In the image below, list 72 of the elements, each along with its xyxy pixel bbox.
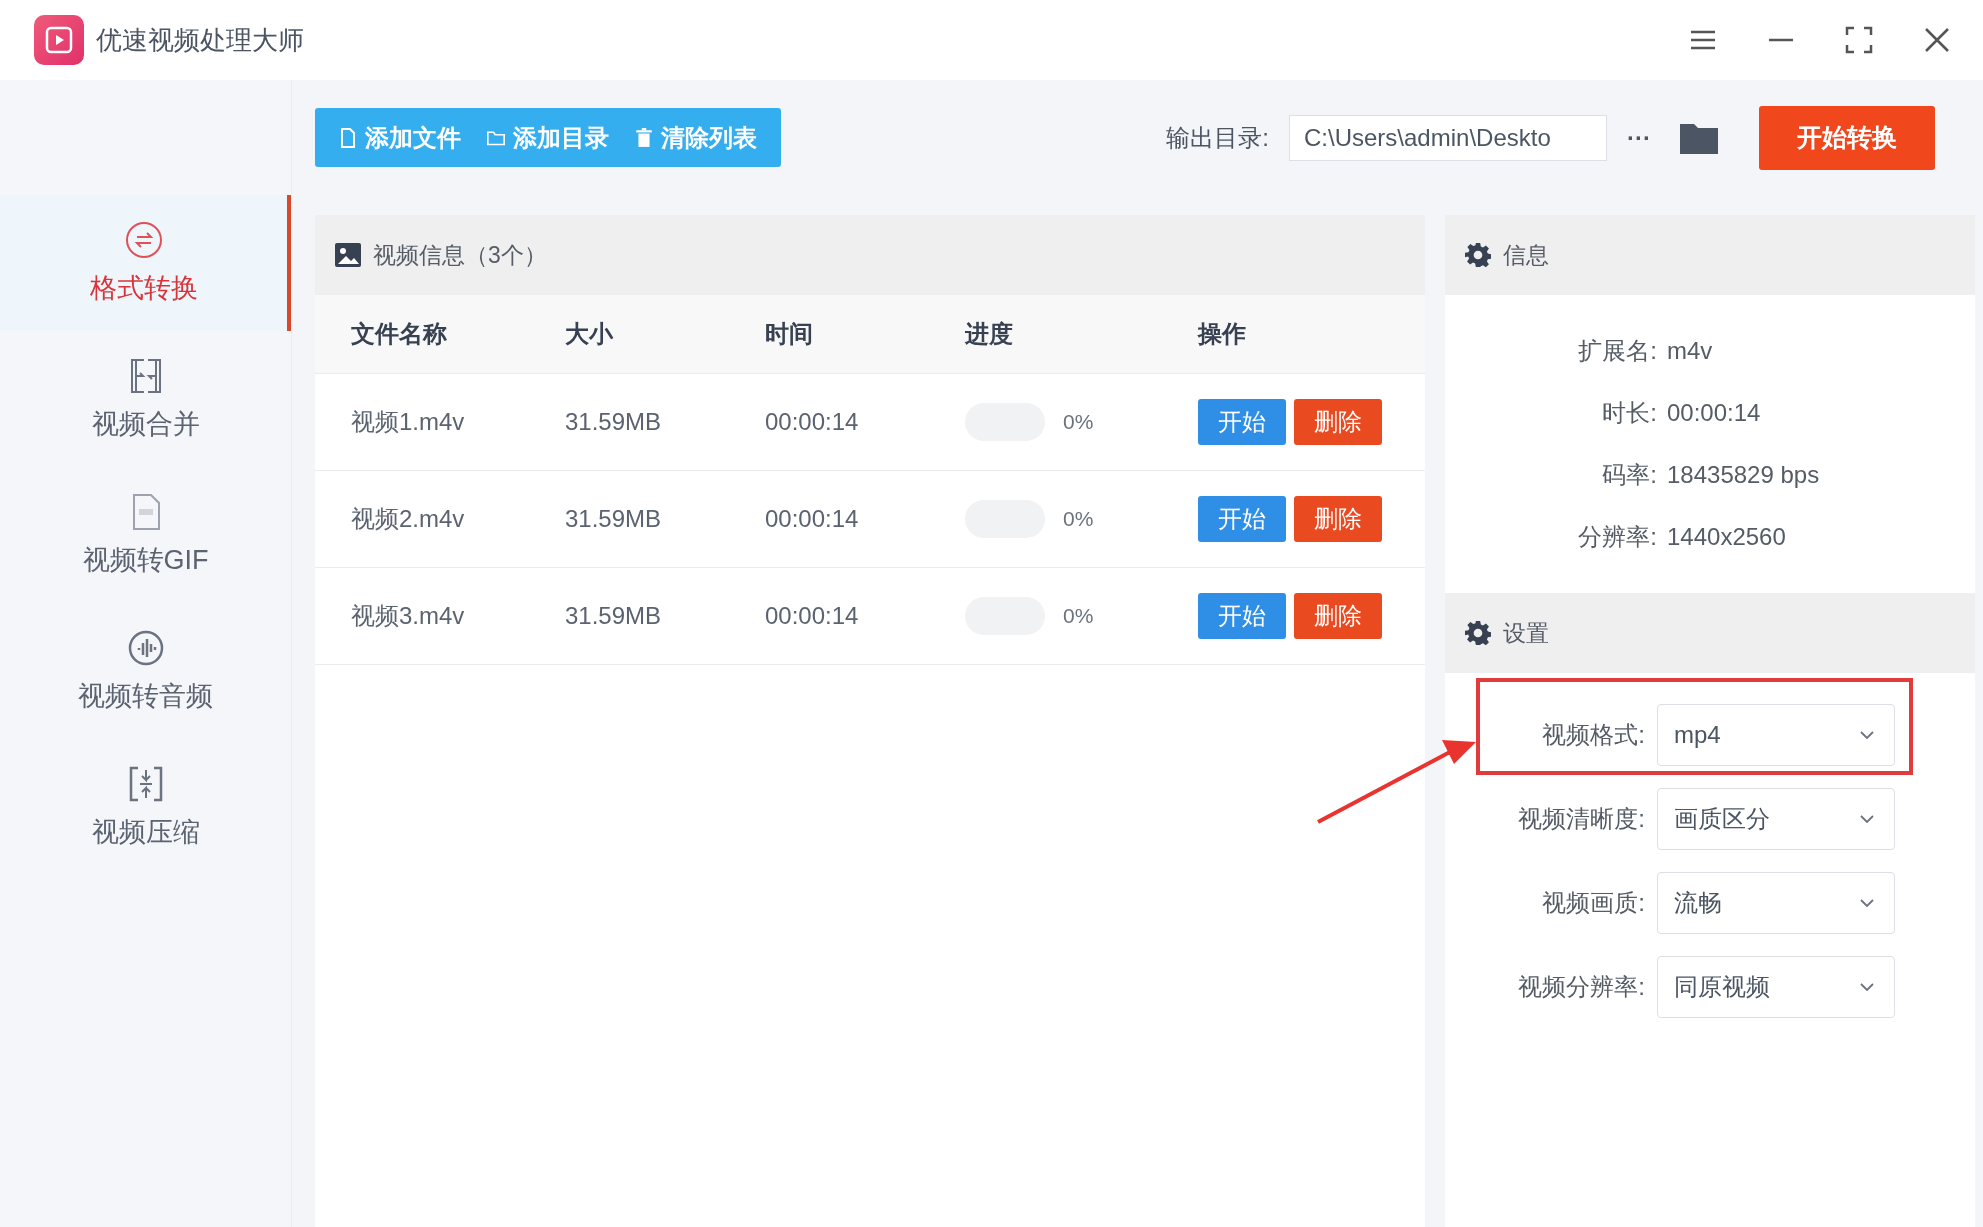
time-cell-text: 00:00:14 bbox=[765, 505, 860, 533]
panel-title: 视频信息（3个） bbox=[373, 240, 547, 270]
progress-text: 0% bbox=[1063, 604, 1094, 628]
panel-title: 信息 bbox=[1503, 240, 1549, 270]
column-header: 文件名称 bbox=[351, 319, 448, 349]
sidebar-label: 视频转音频 bbox=[78, 680, 213, 713]
start-convert-button[interactable]: 开始转换 bbox=[1759, 105, 1935, 170]
sidebar-item[interactable]: 格式转换 bbox=[0, 195, 291, 331]
info-value: 1440x2560 bbox=[1667, 523, 1787, 551]
setting-label: 视频清晰度: bbox=[1517, 804, 1645, 834]
info-value: 18435829 bps bbox=[1667, 461, 1821, 489]
start-button[interactable]: 开始 bbox=[1198, 399, 1286, 445]
dropdown[interactable]: mp4 bbox=[1657, 704, 1895, 766]
image-icon bbox=[335, 243, 361, 267]
dropdown[interactable]: 画质区分 bbox=[1657, 788, 1895, 850]
trash-icon bbox=[635, 127, 653, 148]
setting-label: 视频画质: bbox=[1541, 888, 1645, 918]
sidebar-label: 视频转GIF bbox=[82, 544, 209, 577]
column-header: 进度 bbox=[965, 319, 1014, 349]
size-cell-text: 31.59MB bbox=[565, 505, 663, 533]
info-label: 扩展名: bbox=[1577, 336, 1657, 366]
chevron-down-icon bbox=[1860, 983, 1874, 991]
chevron-down-icon bbox=[1860, 815, 1874, 823]
delete-button[interactable]: 删除 bbox=[1294, 593, 1382, 639]
fullscreen-icon[interactable] bbox=[1843, 24, 1875, 56]
file-name-cell-text: 视频1.m4v bbox=[351, 407, 466, 437]
delete-button[interactable]: 删除 bbox=[1294, 399, 1382, 445]
size-cell-text: 31.59MB bbox=[565, 408, 663, 436]
panel-title: 设置 bbox=[1503, 618, 1549, 648]
chevron-down-icon bbox=[1860, 899, 1874, 907]
column-header: 大小 bbox=[565, 319, 614, 349]
column-header: 时间 bbox=[765, 319, 814, 349]
toolbar-button[interactable]: 添加目录 bbox=[477, 108, 619, 167]
file-name-cell-text: 视频3.m4v bbox=[351, 601, 466, 631]
progress-text: 0% bbox=[1063, 410, 1094, 434]
sidebar-item[interactable]: 视频转GIF bbox=[0, 467, 291, 603]
setting-label: 视频分辨率: bbox=[1517, 972, 1645, 1002]
column-header: 操作 bbox=[1198, 319, 1247, 349]
dropdown[interactable]: 同原视频 bbox=[1657, 956, 1895, 1018]
info-value: 00:00:14 bbox=[1667, 399, 1762, 427]
sidebar-item[interactable]: 视频合并 bbox=[0, 331, 291, 467]
output-path-field[interactable]: C:\Users\admin\Deskto bbox=[1289, 114, 1607, 161]
time-cell-text: 00:00:14 bbox=[765, 602, 860, 630]
sidebar-label: 格式转换 bbox=[89, 272, 198, 305]
toolbar-button[interactable]: 清除列表 bbox=[625, 108, 767, 167]
gear-icon bbox=[1465, 242, 1491, 268]
toolbar-button[interactable]: 添加文件 bbox=[329, 108, 471, 167]
info-label: 码率: bbox=[1601, 460, 1657, 490]
sidebar-label: 视频压缩 bbox=[91, 816, 200, 849]
file-name-cell-text: 视频2.m4v bbox=[351, 504, 466, 534]
chevron-down-icon bbox=[1860, 731, 1874, 739]
app-title: 优速视频处理大师 bbox=[96, 23, 304, 57]
time-cell-text: 00:00:14 bbox=[765, 408, 860, 436]
sidebar-item[interactable]: 视频压缩 bbox=[0, 739, 291, 875]
output-label: 输出目录: bbox=[1166, 122, 1269, 153]
info-label: 时长: bbox=[1601, 398, 1657, 428]
info-value: m4v bbox=[1667, 337, 1714, 365]
progress-text: 0% bbox=[1063, 507, 1094, 531]
start-button[interactable]: 开始 bbox=[1198, 593, 1286, 639]
sidebar-label: 视频合并 bbox=[91, 408, 200, 441]
file-icon bbox=[339, 127, 357, 148]
size-cell-text: 31.59MB bbox=[565, 602, 663, 630]
setting-label: 视频格式: bbox=[1541, 720, 1645, 750]
start-button[interactable]: 开始 bbox=[1198, 496, 1286, 542]
sidebar-item[interactable]: 视频转音频 bbox=[0, 603, 291, 739]
dropdown[interactable]: 流畅 bbox=[1657, 872, 1895, 934]
more-button[interactable]: ··· bbox=[1621, 122, 1657, 153]
gear-icon bbox=[1465, 620, 1491, 646]
info-label: 分辨率: bbox=[1577, 522, 1657, 552]
delete-button[interactable]: 删除 bbox=[1294, 496, 1382, 542]
swap-icon bbox=[123, 220, 164, 260]
app-logo bbox=[34, 15, 84, 65]
